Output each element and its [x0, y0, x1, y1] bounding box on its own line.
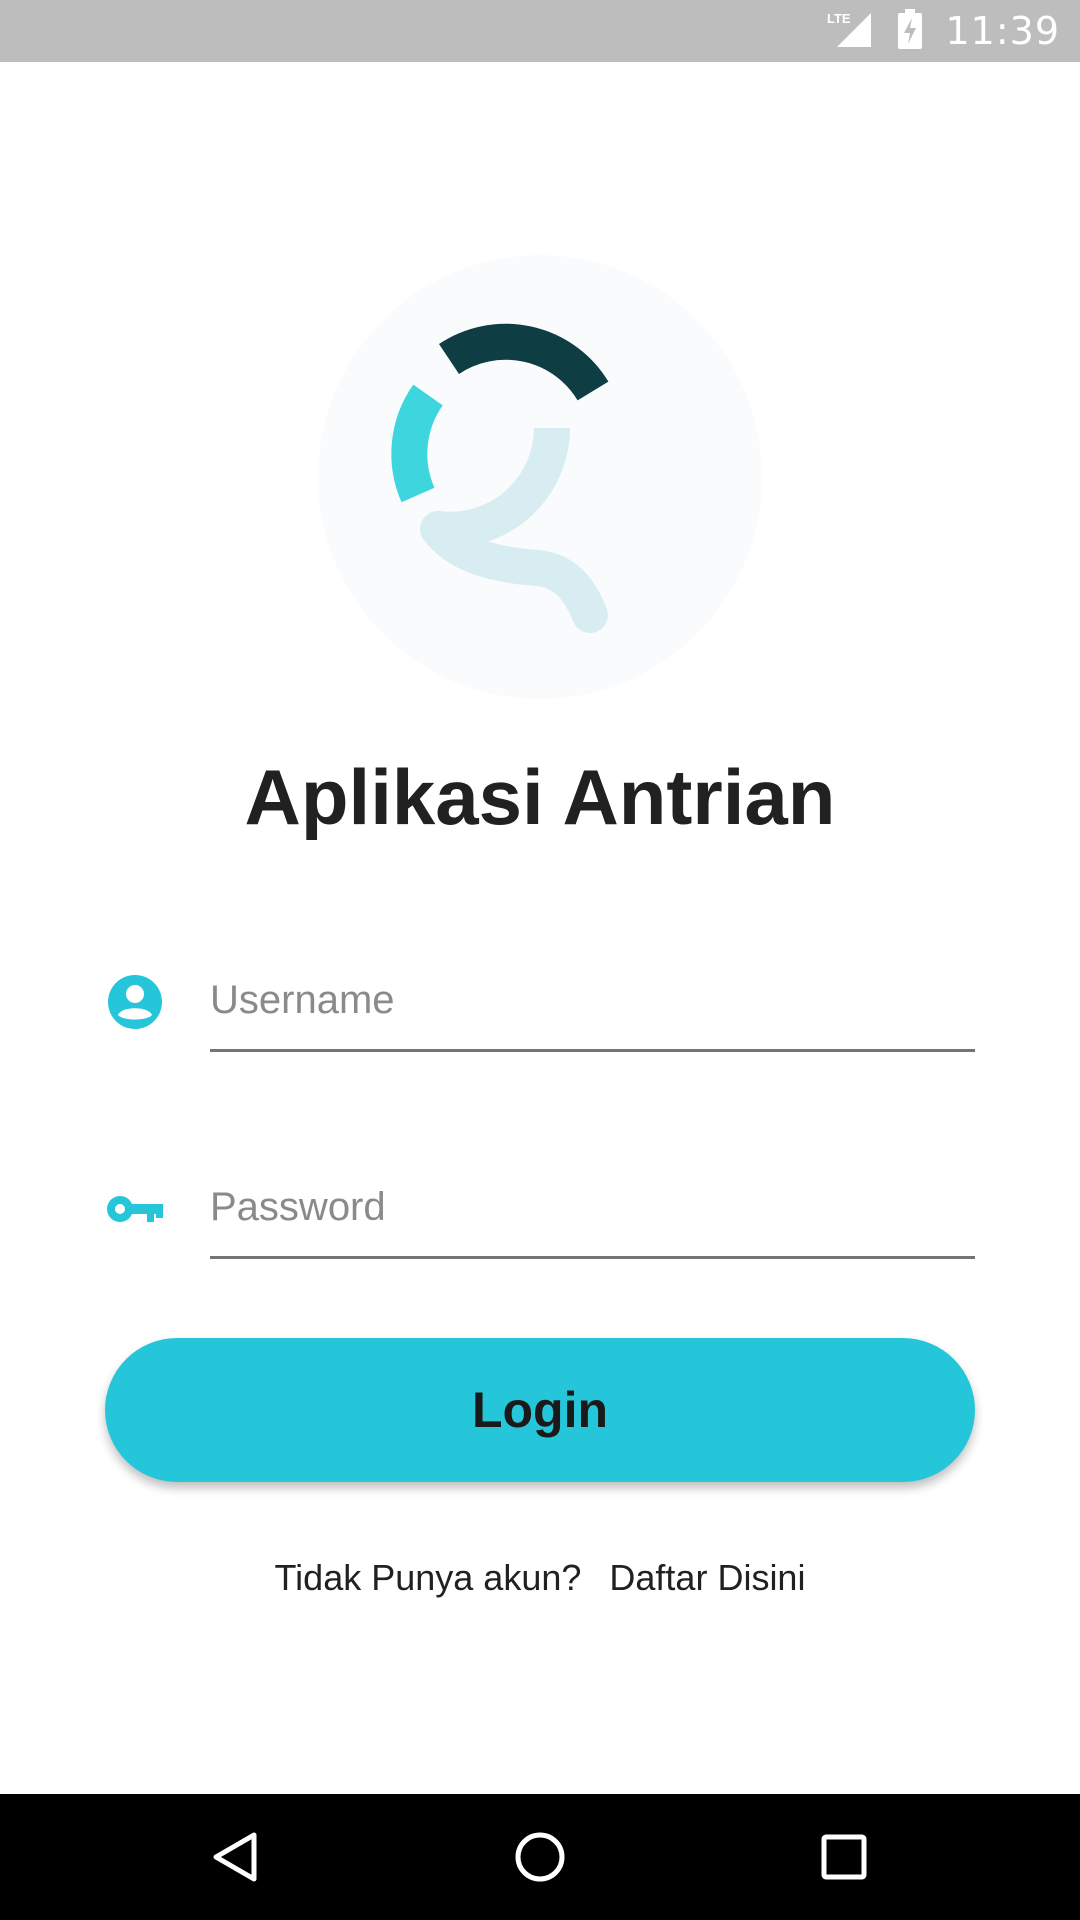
app-logo — [318, 255, 762, 699]
status-icons: LTE 11:39 — [825, 0, 1060, 62]
login-screen: LTE 11:39 Aplikasi Antrian Username Logi… — [0, 0, 1080, 1920]
username-row — [105, 952, 975, 1052]
signal-icon: LTE — [825, 9, 875, 54]
password-row — [105, 1159, 975, 1259]
recents-icon[interactable] — [814, 1827, 874, 1887]
back-icon[interactable] — [206, 1827, 266, 1887]
home-icon[interactable] — [510, 1827, 570, 1887]
app-title: Aplikasi Antrian — [244, 753, 836, 841]
login-button[interactable]: Login — [105, 1338, 975, 1482]
network-label: LTE — [827, 11, 851, 26]
status-bar: LTE 11:39 — [0, 0, 1080, 62]
status-time: 11:39 — [945, 9, 1060, 53]
password-input[interactable] — [210, 1159, 975, 1259]
queue-search-logo — [391, 323, 609, 633]
battery-charging-icon — [897, 8, 923, 54]
register-row: Tidak Punya akun? Daftar Disini — [0, 1557, 1080, 1599]
navigation-bar — [0, 1794, 1080, 1920]
register-link[interactable]: Daftar Disini — [609, 1557, 805, 1599]
account-circle-icon — [105, 972, 165, 1032]
username-input[interactable] — [210, 952, 975, 1052]
register-prompt: Tidak Punya akun? — [274, 1557, 582, 1598]
key-icon — [105, 1179, 165, 1239]
